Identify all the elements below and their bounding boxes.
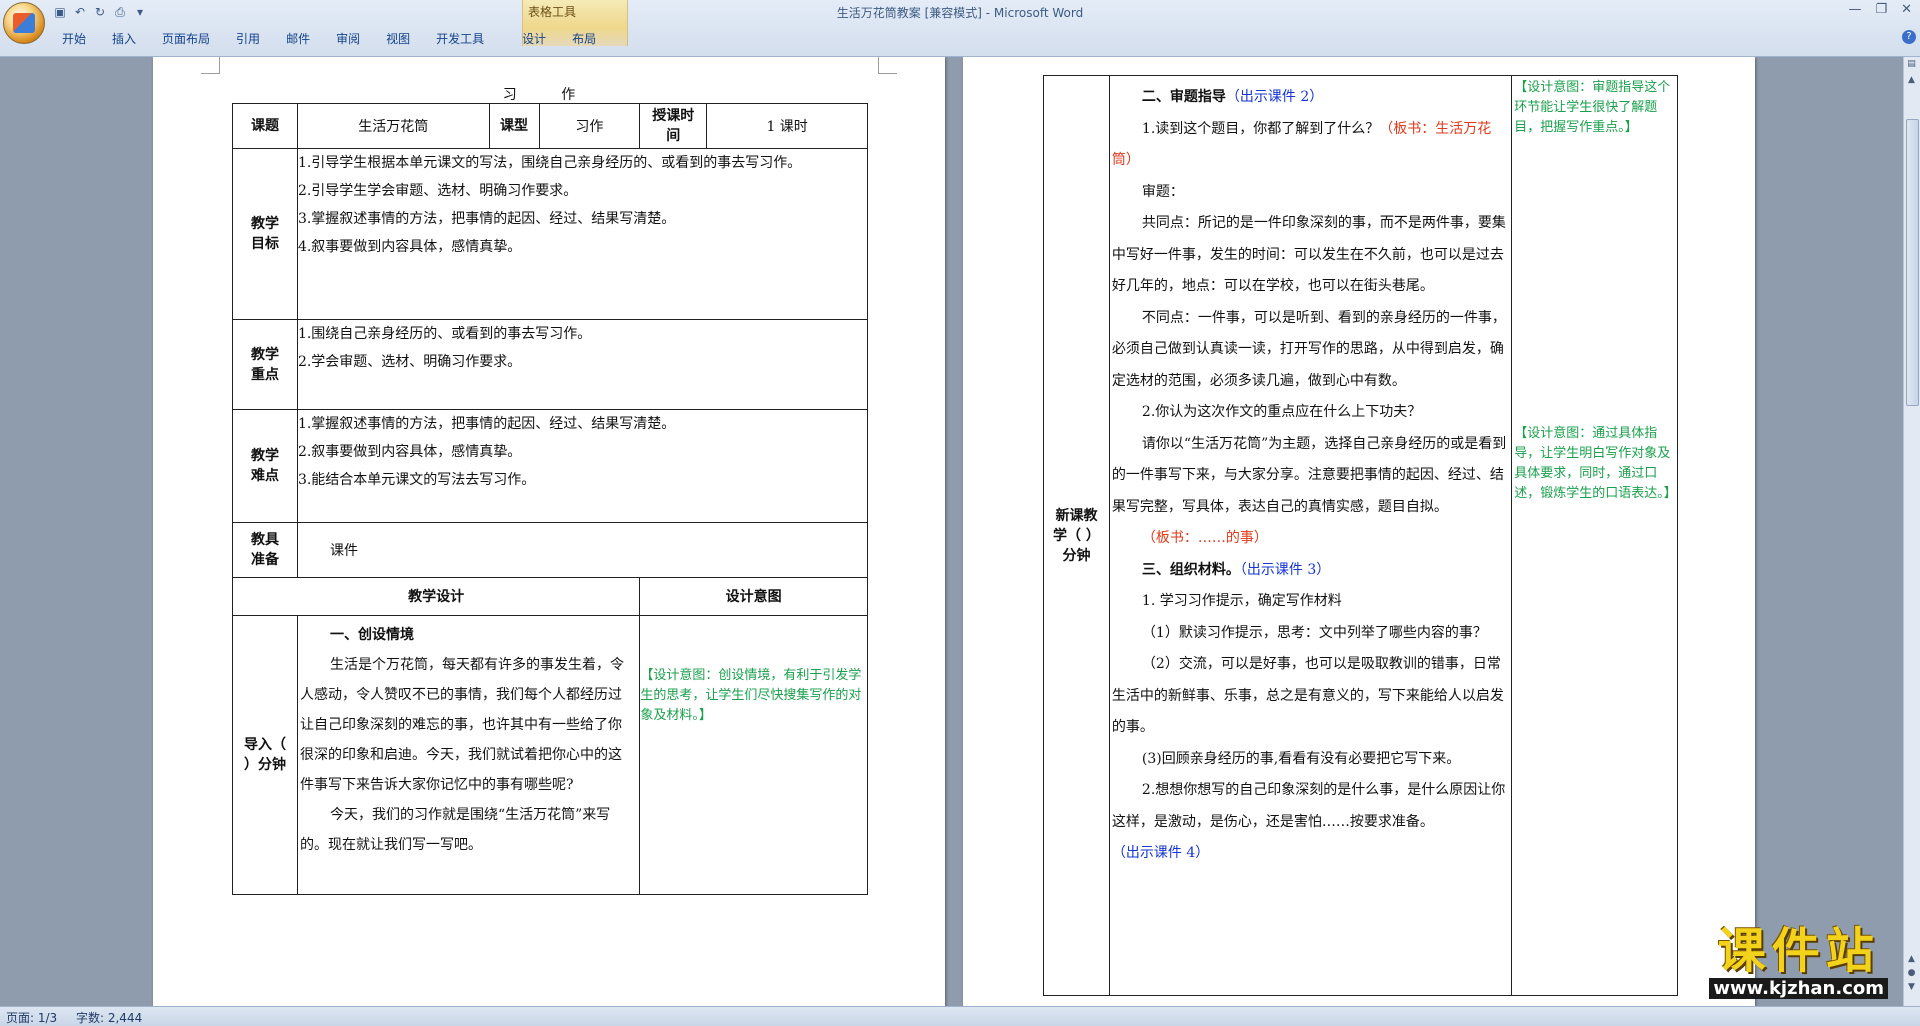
label-intro: 导入（ ）分钟 <box>232 615 298 895</box>
step-3-1b: （2）交流，可以是好事，也可以是吸取教训的错事，日常生活中的新鲜事、乐事，总之是… <box>1111 656 1504 735</box>
title-bar: ▣ ↶ ↻ ⎙ ▾ 表格工具 生活万花筒教案 [兼容模式] - Microsof… <box>0 0 1920 57</box>
shenti-label: 审题： <box>1141 183 1184 200</box>
tab-home[interactable]: 开始 <box>50 30 100 48</box>
difficulty-item: 1.掌握叙述事情的方法，把事情的起因、经过、结果写清楚。 <box>297 416 676 432</box>
status-bar: 页面: 1/3 字数: 2,444 <box>0 1006 1920 1026</box>
margin-mark <box>201 57 220 74</box>
label-time: 授课时间 <box>639 103 708 149</box>
tab-developer[interactable]: 开发工具 <box>424 30 498 48</box>
intro-paragraph: 生活是个万花筒，每天都有许多的事发生着，令人感动，令人赞叹不已的事情，我们每个人… <box>299 657 624 793</box>
scroll-up-icon[interactable]: ▲ <box>1906 75 1917 87</box>
tab-page-layout[interactable]: 页面布局 <box>150 30 224 48</box>
margin-mark <box>878 57 897 74</box>
goal-item: 1.引导学生根据本单元课文的写法，围绕自己亲身经历的、或看到的事去写习作。 <box>297 155 802 171</box>
new-lesson-intent-cell[interactable]: 【设计意图：审题指导这个环节能让学生很快了解题目，把握写作重点。】 【设计意图：… <box>1511 75 1678 996</box>
difficulty-item: 2.叙事要做到内容具体，感情真挚。 <box>297 444 522 460</box>
goal-item: 3.掌握叙述事情的方法，把事情的起因、经过、结果写清楚。 <box>297 211 676 227</box>
tab-mailings[interactable]: 邮件 <box>274 30 324 48</box>
section3-title: 三、组织材料。 <box>1141 561 1240 578</box>
intent-review: 【设计意图：审题指导这个环节能让学生很快了解题目，把握写作重点。】 <box>1514 80 1671 135</box>
intro-paragraph: 今天，我们的习作就是围绕“生活万花筒”来写的。现在就让我们写一写吧。 <box>299 807 611 853</box>
intent-guidance: 【设计意图：通过具体指导，让学生明白写作对象及具体要求，同时，通过口述，锻炼学生… <box>1514 426 1677 501</box>
step-3-2: 2.想想你想写的自己印象深刻的是什么事，是什么原因让你这样，是激动，是伤心，还是… <box>1111 782 1506 830</box>
minimize-icon[interactable]: — <box>1848 2 1861 17</box>
tab-insert[interactable]: 插入 <box>100 30 150 48</box>
scroll-thumb[interactable] <box>1906 119 1919 406</box>
tab-layout[interactable]: 布局 <box>560 30 610 48</box>
type-value[interactable]: 习作 <box>538 103 641 149</box>
key-point-item: 1.围绕自己亲身经历的、或看到的事去写习作。 <box>297 326 592 342</box>
goal-item: 2.引导学生学会审题、选材、明确习作要求。 <box>297 183 578 199</box>
new-lesson-table: 新课教学（ ）分钟 二、审题指导（出示课件 2） 1.读到这个题目，你都了解到了… <box>1043 75 1678 996</box>
intent-header: 设计意图 <box>639 577 868 616</box>
intro-cell[interactable]: 一、创设情境 生活是个万花筒，每天都有许多的事发生着，令人感动，令人赞叹不已的事… <box>296 615 641 895</box>
topic-value[interactable]: 生活万花筒 <box>296 103 490 149</box>
design-header: 教学设计 <box>231 577 641 616</box>
step-3-1c: (3)回顾亲身经历的事,看看有没有必要把它写下来。 <box>1141 750 1461 767</box>
prev-page-icon[interactable]: ▲ <box>1906 954 1917 966</box>
page-1: 习 作 课题 生活万花筒 课型 习作 授课时间 1 课时 教学目标 1.引导学生… <box>153 57 945 1006</box>
intro-intent-cell[interactable]: 【设计意图：创设情境，有利于引发学生的思考，让学生们尽快搜集写作的对象及材料。】 <box>639 615 868 895</box>
prep-value[interactable]: 课件 <box>296 522 869 578</box>
page-counter[interactable]: 页面: 1/3 <box>6 1009 57 1026</box>
browse-object-icon[interactable]: ● <box>1906 968 1917 980</box>
new-lesson-cell[interactable]: 二、审题指导（出示课件 2） 1.读到这个题目，你都了解到了什么？（板书：生活万… <box>1108 75 1513 996</box>
watermark-logo: 课件站 www.kjzhan.com <box>1709 924 1888 999</box>
word-count[interactable]: 字数: 2,444 <box>76 1009 142 1026</box>
common-points: 共同点：所记的是一件印象深刻的事，而不是两件事，要集中写好一件事，发生的时间：可… <box>1111 215 1506 294</box>
label-goals: 教学目标 <box>232 148 298 320</box>
difficulties-cell[interactable]: 1.掌握叙述事情的方法，把事情的起因、经过、结果写清楚。 2.叙事要做到内容具体… <box>296 409 869 523</box>
ruler-toggle-icon[interactable]: ▤ <box>1906 59 1917 71</box>
tab-design[interactable]: 设计 <box>510 30 560 48</box>
tab-review[interactable]: 审阅 <box>324 30 374 48</box>
label-difficulties: 教学难点 <box>232 409 298 523</box>
different-points: 不同点：一件事，可以是听到、看到的亲身经历的一件事，必须自己做到认真读一读，打开… <box>1111 309 1506 389</box>
question-2: 2.你认为这次作文的重点应在什么上下功夫？ <box>1141 404 1422 420</box>
goals-cell[interactable]: 1.引导学生根据本单元课文的写法，围绕自己亲身经历的、或看到的事去写习作。 2.… <box>296 148 869 320</box>
goal-item: 4.叙事要做到内容具体，感情真挚。 <box>297 239 522 255</box>
key-points-cell[interactable]: 1.围绕自己亲身经历的、或看到的事去写习作。 2.学会审题、选材、明确习作要求。 <box>296 319 869 410</box>
question-1: 1.读到这个题目，你都了解到了什么？ <box>1141 120 1380 137</box>
label-key-points: 教学重点 <box>232 319 298 410</box>
tab-references[interactable]: 引用 <box>224 30 274 48</box>
document-area: 习 作 课题 生活万花筒 课型 习作 授课时间 1 课时 教学目标 1.引导学生… <box>0 57 1904 1006</box>
key-point-item: 2.学会审题、选材、明确习作要求。 <box>297 354 522 370</box>
step-3-1a: （1）默读习作提示，思考：文中列举了哪些内容的事？ <box>1141 624 1487 641</box>
question-2-text: 请你以“生活万花筒”为主题，选择自己亲身经历的或是看到的一件事写下来，与大家分享… <box>1111 435 1507 515</box>
slide-ref: （出示课件 2） <box>1225 89 1324 105</box>
difficulty-item: 3.能结合本单元课文的写法去写习作。 <box>297 472 536 488</box>
close-icon[interactable]: ✕ <box>1901 2 1912 17</box>
board-note-2: （板书：……的事） <box>1141 530 1268 546</box>
section2-title: 二、审题指导 <box>1141 89 1226 105</box>
page-2: 新课教学（ ）分钟 二、审题指导（出示课件 2） 1.读到这个题目，你都了解到了… <box>963 57 1755 1006</box>
watermark-url: www.kjzhan.com <box>1709 978 1888 999</box>
slide-ref: （出示课件 3） <box>1239 561 1331 578</box>
ribbon-tabs: 开始 插入 页面布局 引用 邮件 审阅 视图 开发工具 设计 布局 <box>50 30 610 48</box>
next-page-icon[interactable]: ▼ <box>1906 982 1917 994</box>
label-topic: 课题 <box>232 103 298 149</box>
intro-intent: 【设计意图：创设情境，有利于引发学生的思考，让学生们尽快搜集写作的对象及材料。】 <box>640 668 862 723</box>
tab-view[interactable]: 视图 <box>374 30 424 48</box>
vertical-scrollbar[interactable]: ▤ ▲ ▲ ● ▼ <box>1903 57 1920 1006</box>
window-title: 生活万花筒教案 [兼容模式] - Microsoft Word <box>836 6 1084 20</box>
help-icon[interactable]: ? <box>1902 30 1916 44</box>
slide-ref: （出示课件 4） <box>1111 845 1210 861</box>
label-prep: 教具准备 <box>232 522 298 578</box>
window-controls: — ❐ ✕ <box>1848 2 1912 17</box>
intro-heading: 一、创设情境 <box>329 627 414 643</box>
label-new-lesson: 新课教学（ ）分钟 <box>1043 75 1110 996</box>
label-type: 课型 <box>488 103 540 149</box>
watermark-brand: 课件站 <box>1717 923 1880 979</box>
lesson-plan-table: 课题 生活万花筒 课型 习作 授课时间 1 课时 教学目标 1.引导学生根据本单… <box>231 103 869 895</box>
document-heading: 习 作 <box>502 87 596 103</box>
maximize-icon[interactable]: ❐ <box>1875 2 1887 17</box>
step-3-1: 1. 学习习作提示，确定写作材料 <box>1141 593 1342 609</box>
time-value[interactable]: 1 课时 <box>706 103 868 149</box>
